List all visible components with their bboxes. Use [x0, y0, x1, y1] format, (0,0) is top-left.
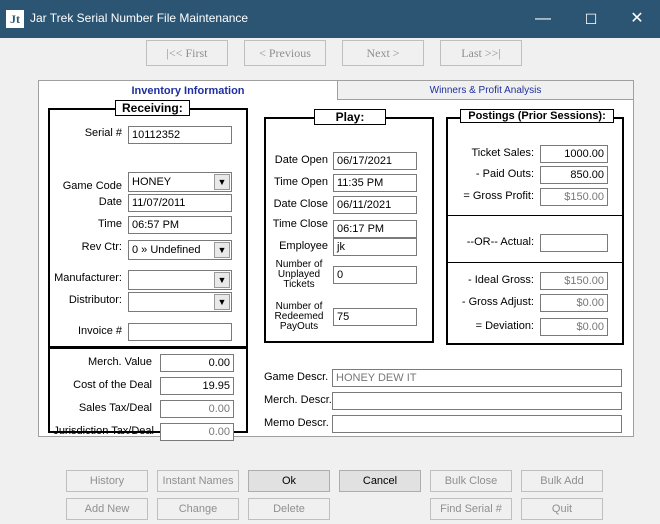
app-icon: Jt	[6, 10, 24, 28]
deviation-label: = Deviation:	[475, 320, 534, 332]
game-code-select[interactable]: HONEY ▼	[128, 172, 232, 192]
ticket-sales-input[interactable]: 1000.00	[540, 145, 608, 163]
gross-profit-value: $150.00	[540, 188, 608, 206]
employee-label: Employee	[279, 240, 328, 252]
next-record-button[interactable]: Next >	[342, 40, 424, 66]
date-close-input[interactable]: 06/11/2021	[333, 196, 417, 214]
chevron-down-icon[interactable]: ▼	[214, 294, 230, 310]
manufacturer-select[interactable]: ▼	[128, 270, 232, 290]
sales-tax-input[interactable]: 0.00	[160, 400, 234, 418]
ticket-sales-label: Ticket Sales:	[471, 147, 534, 159]
game-descr-input[interactable]: HONEY DEW IT	[332, 369, 622, 387]
redeemed-label: Number of Redeemed PayOuts	[274, 301, 324, 332]
jurisdiction-tax-input[interactable]: 0.00	[160, 423, 234, 441]
manufacturer-label: Manufacturer:	[54, 272, 122, 284]
add-new-button[interactable]: Add New	[66, 498, 148, 520]
date-open-label: Date Open	[274, 154, 328, 166]
previous-record-button[interactable]: < Previous	[244, 40, 326, 66]
history-button[interactable]: History	[66, 470, 148, 492]
redeemed-payouts-input[interactable]: 75	[333, 308, 417, 326]
game-code-value: HONEY	[132, 176, 172, 188]
bulk-close-button[interactable]: Bulk Close	[430, 470, 512, 492]
cancel-button[interactable]: Cancel	[339, 470, 421, 492]
postings-divider	[448, 215, 622, 216]
merch-descr-input[interactable]	[332, 392, 622, 410]
time-label: Time	[97, 218, 122, 230]
title-bar: Jt Jar Trek Serial Number File Maintenan…	[0, 0, 660, 38]
window-title: Jar Trek Serial Number File Maintenance	[30, 11, 249, 25]
gross-adjust-value: $0.00	[540, 294, 608, 312]
receive-time-input[interactable]: 06:57 PM	[128, 216, 232, 234]
date-open-input[interactable]: 06/17/2021	[333, 152, 417, 170]
invoice-label: Invoice #	[77, 325, 122, 337]
rev-ctr-select[interactable]: 0 » Undefined ▼	[128, 240, 232, 260]
date-label: Date	[98, 196, 122, 208]
unplayed-label: Number of Unplayed Tickets	[275, 259, 323, 290]
serial-input[interactable]: 10112352	[128, 126, 232, 144]
time-open-label: Time Open	[273, 176, 328, 188]
chevron-down-icon[interactable]: ▼	[214, 174, 230, 190]
distributor-label: Distributor:	[68, 294, 122, 306]
postings-title: Postings (Prior Sessions):	[460, 109, 614, 123]
paid-outs-label: - Paid Outs:	[475, 168, 534, 180]
distributor-select[interactable]: ▼	[128, 292, 232, 312]
chevron-down-icon[interactable]: ▼	[214, 242, 230, 258]
memo-descr-input[interactable]	[332, 415, 622, 433]
delete-button[interactable]: Delete	[248, 498, 330, 520]
ok-button[interactable]: Ok	[248, 470, 330, 492]
cost-of-deal-input[interactable]: 19.95	[160, 377, 234, 395]
game-code-label: Game Code	[62, 180, 122, 192]
find-serial-button[interactable]: Find Serial #	[430, 498, 512, 520]
first-record-button[interactable]: |<< First	[146, 40, 228, 66]
cost-of-deal-label: Cost of the Deal	[73, 379, 152, 391]
change-button[interactable]: Change	[157, 498, 239, 520]
ideal-gross-label: - Ideal Gross:	[467, 274, 534, 286]
merch-value-label: Merch. Value	[88, 356, 152, 368]
quit-button[interactable]: Quit	[521, 498, 603, 520]
time-close-input[interactable]: 06:17 PM	[333, 220, 417, 238]
jurisdiction-tax-label: Jurisdiction Tax/Deal	[53, 425, 154, 437]
play-title: Play:	[314, 109, 386, 125]
actual-input[interactable]	[540, 234, 608, 252]
merch-value-input[interactable]: 0.00	[160, 354, 234, 372]
unplayed-tickets-input[interactable]: 0	[333, 266, 417, 284]
bulk-add-button[interactable]: Bulk Add	[521, 470, 603, 492]
rev-ctr-value: 0 » Undefined	[132, 244, 201, 256]
close-button[interactable]: ✕	[614, 4, 660, 34]
game-descr-label: Game Descr.	[264, 371, 329, 383]
invoice-input[interactable]	[128, 323, 232, 341]
tab-winners-profit-analysis[interactable]: Winners & Profit Analysis	[337, 80, 634, 100]
maximize-button[interactable]: ☐	[568, 4, 614, 34]
last-record-button[interactable]: Last >>|	[440, 40, 522, 66]
postings-divider	[448, 262, 622, 263]
merch-descr-label: Merch. Descr.	[264, 394, 332, 406]
deviation-value: $0.00	[540, 318, 608, 336]
chevron-down-icon[interactable]: ▼	[214, 272, 230, 288]
receiving-title: Receiving:	[115, 100, 190, 116]
receive-date-input[interactable]: 11/07/2011	[128, 194, 232, 212]
rev-ctr-label: Rev Ctr:	[81, 241, 122, 253]
time-close-label: Time Close	[272, 218, 328, 230]
memo-descr-label: Memo Descr.	[264, 417, 329, 429]
serial-label: Serial #	[84, 127, 122, 139]
minimize-button[interactable]: —	[520, 4, 566, 34]
date-close-label: Date Close	[273, 198, 328, 210]
gross-profit-label: = Gross Profit:	[463, 190, 534, 202]
gross-adjust-label: - Gross Adjust:	[461, 296, 534, 308]
ideal-gross-value: $150.00	[540, 272, 608, 290]
employee-input[interactable]: jk	[333, 238, 417, 256]
time-open-input[interactable]: 11:35 PM	[333, 174, 417, 192]
sales-tax-label: Sales Tax/Deal	[78, 402, 152, 414]
tab-inventory-information[interactable]: Inventory Information	[38, 80, 338, 100]
paid-outs-input[interactable]: 850.00	[540, 166, 608, 184]
actual-label: --OR-- Actual:	[466, 236, 534, 248]
instant-names-button[interactable]: Instant Names	[157, 470, 239, 492]
